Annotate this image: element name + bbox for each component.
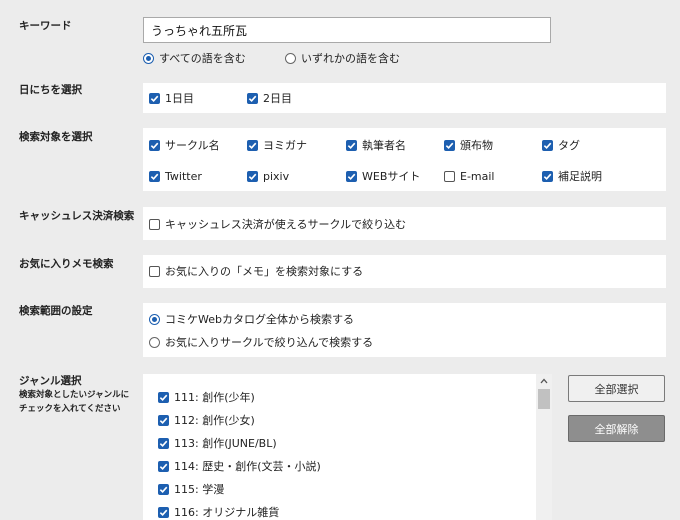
targets-box: サークル名 ヨミガナ 執筆者名 頒布物 タグ Twitter pixiv WEB… (143, 128, 666, 191)
genre-list: 111: 創作(少年) 112: 創作(少女) 113: 創作(JUNE/BL)… (143, 374, 552, 520)
checkbox-empty-icon (149, 218, 160, 230)
checkmark-icon (247, 92, 258, 104)
keyword-input[interactable] (143, 17, 551, 43)
checkmark-icon (444, 139, 455, 151)
cashless-box: キャッシュレス決済が使えるサークルで絞り込む (143, 207, 666, 240)
genre-item[interactable]: 116: オリジナル雑貨 (158, 504, 279, 520)
checkmark-icon (346, 139, 357, 151)
checkmark-icon (346, 170, 357, 182)
target-label: 補足説明 (558, 170, 602, 183)
cashless-label: キャッシュレス決済検索 (19, 210, 135, 222)
scope-box: コミケWebカタログ全体から検索する お気に入りサークルで絞り込んで検索する (143, 303, 666, 357)
days-label: 日にちを選択 (19, 84, 82, 96)
genre-label: ジャンル選択 (19, 375, 82, 387)
genre-item[interactable]: 114: 歴史・創作(文芸・小説) (158, 458, 321, 474)
radio-all-words[interactable]: すべての語を含む (143, 50, 246, 66)
scope-favorites-radio[interactable]: お気に入りサークルで絞り込んで検索する (149, 334, 373, 350)
target-label: pixiv (263, 169, 290, 183)
target-label: 執筆者名 (362, 139, 406, 152)
cashless-option-label: キャッシュレス決済が使えるサークルで絞り込む (165, 218, 407, 231)
checkbox-empty-icon (444, 170, 455, 182)
checkmark-icon (542, 139, 553, 151)
genre-item[interactable]: 111: 創作(少年) (158, 389, 255, 405)
target-website-checkbox[interactable]: WEBサイト (346, 168, 420, 184)
target-label: 頒布物 (460, 139, 493, 152)
target-email-checkbox[interactable]: E-mail (444, 168, 495, 184)
radio-selected-icon (143, 52, 154, 64)
target-circle-name-checkbox[interactable]: サークル名 (149, 137, 220, 153)
checkmark-icon (149, 92, 160, 104)
checkmark-icon (247, 139, 258, 151)
scrollbar-thumb[interactable] (538, 389, 550, 409)
genre-hint-2: チェックを入れてください (19, 404, 121, 414)
target-notes-checkbox[interactable]: 補足説明 (542, 168, 602, 184)
radio-label: すべての語を含む (159, 52, 246, 65)
genre-item[interactable]: 113: 創作(JUNE/BL) (158, 435, 277, 451)
select-all-button[interactable]: 全部選択 (568, 375, 665, 402)
radio-label: いずれかの語を含む (301, 52, 400, 65)
radio-unselected-icon (285, 52, 296, 64)
checkmark-icon (158, 506, 169, 518)
target-author-checkbox[interactable]: 執筆者名 (346, 137, 406, 153)
genre-item-label: 111: 創作(少年) (174, 391, 255, 404)
target-label: タグ (558, 139, 580, 152)
checkbox-empty-icon (149, 265, 160, 277)
genre-label-group: ジャンル選択 検索対象としたいジャンルに チェックを入れてください (19, 374, 129, 416)
genre-item-label: 114: 歴史・創作(文芸・小説) (174, 460, 321, 473)
target-twitter-checkbox[interactable]: Twitter (149, 168, 202, 184)
target-label: E-mail (460, 169, 495, 183)
genre-item-label: 115: 学漫 (174, 483, 225, 496)
day2-label: 2日目 (263, 92, 292, 105)
target-tag-checkbox[interactable]: タグ (542, 137, 580, 153)
checkmark-icon (158, 483, 169, 495)
memo-checkbox[interactable]: お気に入りの「メモ」を検索対象にする (149, 263, 363, 279)
checkmark-icon (247, 170, 258, 182)
scope-option-label: お気に入りサークルで絞り込んで検索する (165, 336, 374, 349)
keyword-label: キーワード (19, 20, 72, 32)
target-label: ヨミガナ (263, 139, 307, 152)
day1-checkbox[interactable]: 1日目 (149, 90, 194, 106)
target-label: Twitter (165, 169, 202, 183)
checkmark-icon (149, 139, 160, 151)
genre-item[interactable]: 112: 創作(少女) (158, 412, 255, 428)
clear-all-button[interactable]: 全部解除 (568, 415, 665, 442)
radio-selected-icon (149, 313, 160, 325)
checkmark-icon (158, 437, 169, 449)
radio-any-word[interactable]: いずれかの語を含む (285, 50, 400, 66)
radio-unselected-icon (149, 336, 160, 348)
target-label: サークル名 (165, 139, 220, 152)
genre-scrollbar[interactable] (536, 374, 552, 520)
days-box: 1日目 2日目 (143, 83, 666, 113)
target-yomigana-checkbox[interactable]: ヨミガナ (247, 137, 307, 153)
day2-checkbox[interactable]: 2日目 (247, 90, 292, 106)
memo-label: お気に入りメモ検索 (19, 258, 114, 270)
genre-item[interactable]: 115: 学漫 (158, 481, 224, 497)
memo-box: お気に入りの「メモ」を検索対象にする (143, 255, 666, 288)
target-pixiv-checkbox[interactable]: pixiv (247, 168, 289, 184)
genre-item-label: 112: 創作(少女) (174, 414, 255, 427)
genre-item-label: 113: 創作(JUNE/BL) (174, 437, 277, 450)
day1-label: 1日目 (165, 92, 194, 105)
scope-option-label: コミケWebカタログ全体から検索する (165, 313, 354, 326)
memo-option-label: お気に入りの「メモ」を検索対象にする (165, 265, 364, 278)
checkmark-icon (158, 391, 169, 403)
checkmark-icon (149, 170, 160, 182)
genre-item-label: 116: オリジナル雑貨 (174, 506, 280, 519)
chevron-up-icon[interactable] (536, 374, 552, 388)
checkmark-icon (158, 460, 169, 472)
scope-label: 検索範囲の設定 (19, 305, 93, 317)
target-label: WEBサイト (362, 170, 421, 183)
genre-hint-1: 検索対象としたいジャンルに (19, 390, 130, 400)
targets-label: 検索対象を選択 (19, 131, 93, 143)
checkmark-icon (158, 414, 169, 426)
scope-all-radio[interactable]: コミケWebカタログ全体から検索する (149, 311, 354, 327)
target-distribution-checkbox[interactable]: 頒布物 (444, 137, 493, 153)
cashless-checkbox[interactable]: キャッシュレス決済が使えるサークルで絞り込む (149, 216, 406, 232)
checkmark-icon (542, 170, 553, 182)
